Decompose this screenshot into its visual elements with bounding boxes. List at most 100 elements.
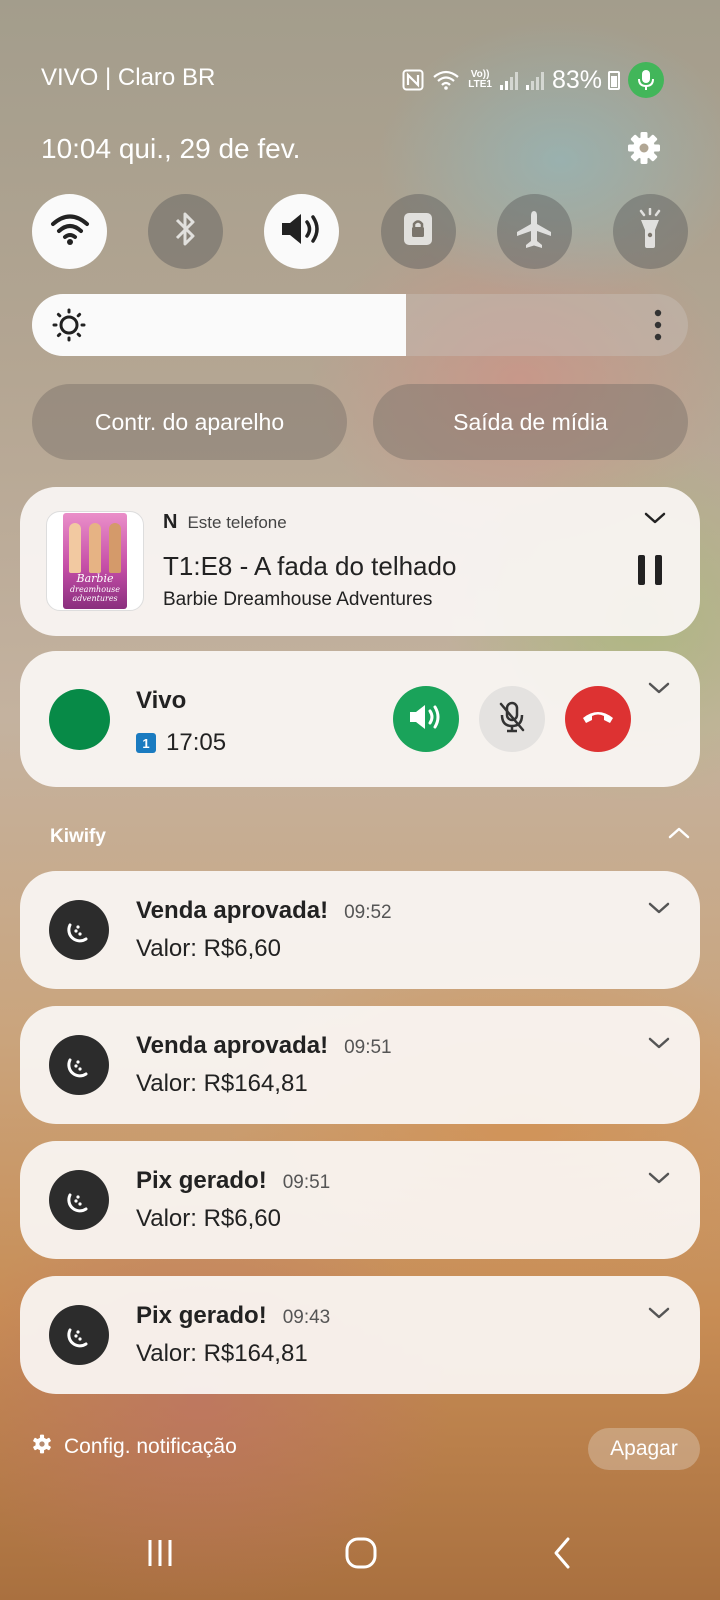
- notification-time: 09:51: [282, 1172, 331, 1193]
- bluetooth-icon: [173, 210, 199, 253]
- call-duration: 17:05: [166, 729, 227, 756]
- ongoing-call-card[interactable]: Vivo 1 17:05: [20, 651, 700, 787]
- mic-in-use-icon[interactable]: [628, 62, 664, 98]
- battery-percent: 83%: [551, 65, 602, 94]
- quick-action-pills: Contr. do aparelho Saída de mídia: [32, 384, 688, 460]
- nfc-icon: [402, 69, 424, 91]
- home-button[interactable]: [331, 1535, 391, 1575]
- notification-header: Venda aprovada! 09:52: [136, 897, 392, 925]
- brightness-fill: [32, 294, 406, 356]
- clear-all-button[interactable]: Apagar: [588, 1428, 700, 1470]
- notification-title: Pix gerado!: [136, 1167, 267, 1194]
- status-icons: Vo)) LTE1 83%: [402, 62, 664, 98]
- home-icon: [344, 1536, 378, 1575]
- carrier-label: VIVO | Claro BR: [41, 64, 216, 91]
- sim-badge: 1: [136, 733, 156, 753]
- notification-time: 09:43: [282, 1307, 331, 1328]
- group-app-name: Kiwify: [50, 826, 106, 847]
- media-player-card[interactable]: Barbie dreamhouse adventures N Este tele…: [20, 487, 700, 636]
- speaker-icon: [279, 211, 325, 252]
- bluetooth-toggle[interactable]: [148, 194, 224, 269]
- media-subtitle: Barbie Dreamhouse Adventures: [163, 589, 433, 610]
- notification-card[interactable]: Venda aprovada! 09:52 Valor: R$6,60: [20, 871, 700, 989]
- media-output-button[interactable]: Saída de mídia: [373, 384, 688, 460]
- notification-body: Valor: R$6,60: [136, 935, 281, 962]
- sound-toggle[interactable]: [264, 194, 340, 269]
- wifi-icon: [50, 212, 90, 251]
- recents-button[interactable]: [130, 1535, 190, 1575]
- lock-icon: [401, 210, 435, 253]
- artwork-logo-text: adventures: [72, 594, 118, 603]
- kiwify-app-icon: [49, 1305, 109, 1365]
- pause-button[interactable]: [634, 553, 666, 587]
- notification-footer: Config. notificação Apagar: [32, 1428, 700, 1472]
- more-options-icon[interactable]: [654, 308, 662, 347]
- signal-2-icon: [525, 70, 544, 90]
- flashlight-toggle[interactable]: [612, 194, 688, 269]
- chevron-up-icon[interactable]: [668, 826, 690, 845]
- media-title: T1:E8 - A fada do telhado: [163, 551, 457, 581]
- notification-body: Valor: R$164,81: [136, 1070, 308, 1097]
- notification-time: 09:52: [344, 902, 392, 923]
- artwork-logo-text: Barbie: [76, 572, 114, 585]
- gear-icon: [627, 131, 661, 170]
- volte-bottom-label: LTE1: [468, 79, 492, 90]
- device-control-button[interactable]: Contr. do aparelho: [32, 384, 347, 460]
- notification-card[interactable]: Pix gerado! 09:51 Valor: R$6,60: [20, 1141, 700, 1259]
- notification-group-header[interactable]: Kiwify: [50, 826, 690, 856]
- media-artwork: Barbie dreamhouse adventures: [46, 511, 144, 611]
- notification-title: Venda aprovada!: [136, 1032, 329, 1059]
- kiwify-app-icon: [49, 1170, 109, 1230]
- wifi-status-icon: [432, 69, 460, 91]
- wifi-toggle[interactable]: [32, 194, 107, 269]
- chevron-down-icon[interactable]: [648, 1306, 670, 1325]
- notification-header: Pix gerado! 09:43: [136, 1302, 330, 1330]
- brightness-slider[interactable]: [32, 294, 688, 356]
- chevron-down-icon[interactable]: [648, 681, 670, 700]
- call-info: 1 17:05: [136, 729, 226, 757]
- netflix-icon: N: [163, 511, 178, 533]
- chevron-down-icon[interactable]: [648, 901, 670, 920]
- back-icon: [551, 1536, 573, 1575]
- mute-button[interactable]: [479, 686, 545, 752]
- settings-button[interactable]: [626, 131, 662, 170]
- caller-name: Vivo: [136, 687, 187, 714]
- rotation-lock-toggle[interactable]: [380, 194, 456, 269]
- status-bar: VIVO | Claro BR Vo)) LTE1 83%: [41, 62, 664, 98]
- kiwify-app-icon: [49, 1035, 109, 1095]
- chevron-down-icon[interactable]: [648, 1036, 670, 1055]
- notification-card[interactable]: Venda aprovada! 09:51 Valor: R$164,81: [20, 1006, 700, 1124]
- notification-settings-link[interactable]: Config. notificação: [32, 1434, 237, 1460]
- gear-icon: [32, 1434, 52, 1460]
- battery-icon: [608, 70, 620, 90]
- recents-icon: [145, 1538, 175, 1573]
- sun-icon: [52, 308, 86, 347]
- flashlight-icon: [635, 207, 665, 255]
- avatar: [49, 689, 110, 750]
- notification-body: Valor: R$6,60: [136, 1205, 281, 1232]
- notification-card[interactable]: Pix gerado! 09:43 Valor: R$164,81: [20, 1276, 700, 1394]
- notification-title: Pix gerado!: [136, 1302, 267, 1329]
- notification-title: Venda aprovada!: [136, 897, 329, 924]
- navigation-bar: [0, 1535, 720, 1575]
- time-date[interactable]: 10:04 qui., 29 de fev.: [41, 133, 300, 165]
- speaker-button[interactable]: [393, 686, 459, 752]
- notification-header: Venda aprovada! 09:51: [136, 1032, 392, 1060]
- notification-time: 09:51: [344, 1037, 392, 1058]
- hang-up-icon: [580, 707, 616, 732]
- kiwify-app-icon: [49, 900, 109, 960]
- notification-header: Pix gerado! 09:51: [136, 1167, 330, 1195]
- airplane-toggle[interactable]: [496, 194, 572, 269]
- notification-body: Valor: R$164,81: [136, 1340, 308, 1367]
- end-call-button[interactable]: [565, 686, 631, 752]
- notification-settings-label: Config. notificação: [64, 1435, 237, 1458]
- back-button[interactable]: [532, 1535, 592, 1575]
- media-source: N Este telefone: [163, 511, 287, 534]
- artwork-logo-text: dreamhouse: [70, 585, 120, 594]
- chevron-down-icon[interactable]: [648, 1171, 670, 1190]
- chevron-down-icon[interactable]: [644, 511, 666, 530]
- volte-indicator: Vo)) LTE1: [468, 70, 492, 90]
- quick-settings-row: [32, 194, 688, 269]
- mic-off-icon: [497, 700, 527, 739]
- signal-1-icon: [499, 70, 518, 90]
